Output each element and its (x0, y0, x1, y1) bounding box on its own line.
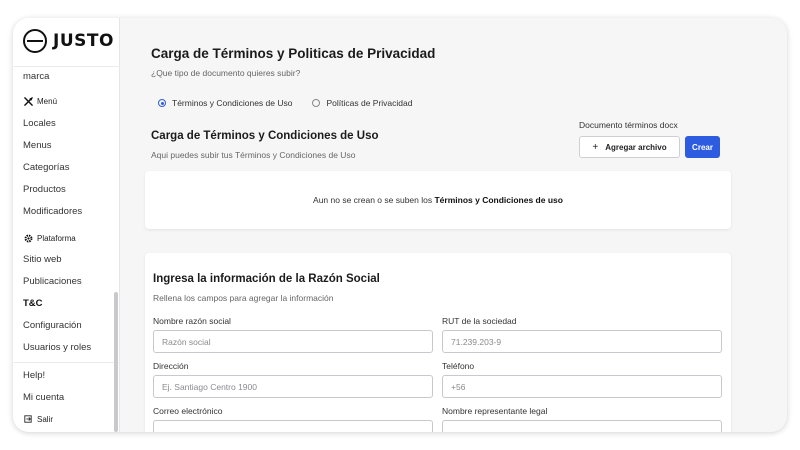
razon-social-label: Nombre razón social (153, 316, 231, 326)
add-file-button[interactable]: + Agregar archivo (579, 136, 680, 158)
sidebar-item-usuarios-roles[interactable]: Usuarios y roles (23, 342, 91, 353)
form-title: Ingresa la información de la Razón Socia… (153, 273, 380, 285)
sidebar-item-categorias[interactable]: Categorías (23, 162, 69, 173)
sidebar-item-modificadores[interactable]: Modificadores (23, 206, 82, 217)
create-button[interactable]: Crear (685, 136, 720, 158)
sidebar-item-help[interactable]: Help! (23, 370, 45, 381)
empty-state-text: Aun no se crean o se suben los Términos … (313, 195, 563, 205)
sidebar-item-tyc[interactable]: T&C (23, 298, 43, 309)
logout-icon (23, 414, 33, 424)
sidebar-section-menu: Menú (23, 96, 57, 106)
sidebar-section-label: Menú (37, 96, 58, 106)
company-info-card: Ingresa la información de la Razón Socia… (145, 253, 731, 432)
radio-privacidad-label[interactable]: Políticas de Privacidad (326, 98, 412, 108)
sidebar-item-sitio-web[interactable]: Sitio web (23, 254, 62, 265)
sidebar-item-configuracion[interactable]: Configuración (23, 320, 82, 331)
rut-label: RUT de la sociedad (442, 316, 517, 326)
form-subtitle: Rellena los campos para agregar la infor… (153, 293, 334, 303)
document-label: Documento términos docx (579, 120, 678, 130)
sidebar-item-marca[interactable]: marca (23, 71, 49, 82)
sidebar-item-productos[interactable]: Productos (23, 184, 66, 195)
rut-input[interactable] (442, 330, 722, 353)
sidebar-item-publicaciones[interactable]: Publicaciones (23, 276, 82, 287)
radio-terminos-label[interactable]: Términos y Condiciones de Uso (172, 98, 292, 108)
logout-button[interactable]: Salir (23, 414, 53, 424)
app-window: JUSTO marca Menú Locales Menus Categoría… (13, 18, 787, 432)
direccion-input[interactable] (153, 375, 433, 398)
logout-label: Salir (37, 414, 54, 424)
main-content: Carga de Términos y Politicas de Privaci… (120, 18, 737, 432)
razon-social-input[interactable] (153, 330, 433, 353)
upload-section-title: Carga de Términos y Condiciones de Uso (151, 130, 379, 142)
add-file-label: Agregar archivo (605, 142, 667, 152)
sidebar-item-mi-cuenta[interactable]: Mi cuenta (23, 392, 64, 403)
direccion-label: Dirección (153, 361, 189, 371)
sidebar-section-label: Plataforma (37, 233, 76, 243)
sidebar-section-plataforma: Plataforma (23, 233, 76, 243)
representante-label: Nombre representante legal (442, 406, 548, 416)
divider (13, 66, 120, 67)
telefono-input[interactable] (442, 375, 722, 398)
document-type-radio-group: Términos y Condiciones de Uso Políticas … (158, 98, 432, 108)
correo-label: Correo electrónico (153, 406, 223, 416)
radio-terminos[interactable] (158, 99, 166, 107)
radio-privacidad[interactable] (312, 99, 321, 107)
logo-text: JUSTO (53, 31, 114, 51)
plus-icon: + (592, 141, 599, 153)
gear-icon (23, 233, 33, 243)
empty-state-prefix: Aun no se crean o se suben los (313, 195, 435, 205)
utensils-icon (23, 96, 33, 106)
correo-input[interactable] (153, 420, 433, 432)
empty-state-card: Aun no se crean o se suben los Términos … (145, 171, 731, 229)
representante-input[interactable] (442, 420, 722, 432)
divider (13, 362, 120, 363)
sidebar-item-menus[interactable]: Menus (23, 140, 52, 151)
upload-section-subtitle: Aqui puedes subir tus Términos y Condici… (151, 150, 356, 160)
empty-state-bold: Términos y Condiciones de uso (434, 195, 563, 205)
logo[interactable]: JUSTO (23, 28, 114, 54)
sidebar: JUSTO marca Menú Locales Menus Categoría… (13, 18, 120, 432)
page-subtitle: ¿Que tipo de documento quieres subir? (151, 68, 301, 78)
sidebar-scrollbar[interactable] (114, 292, 118, 432)
telefono-label: Teléfono (442, 361, 475, 371)
justo-logo-icon (23, 29, 47, 53)
sidebar-item-locales[interactable]: Locales (23, 118, 56, 129)
page-title: Carga de Términos y Politicas de Privaci… (151, 46, 436, 61)
